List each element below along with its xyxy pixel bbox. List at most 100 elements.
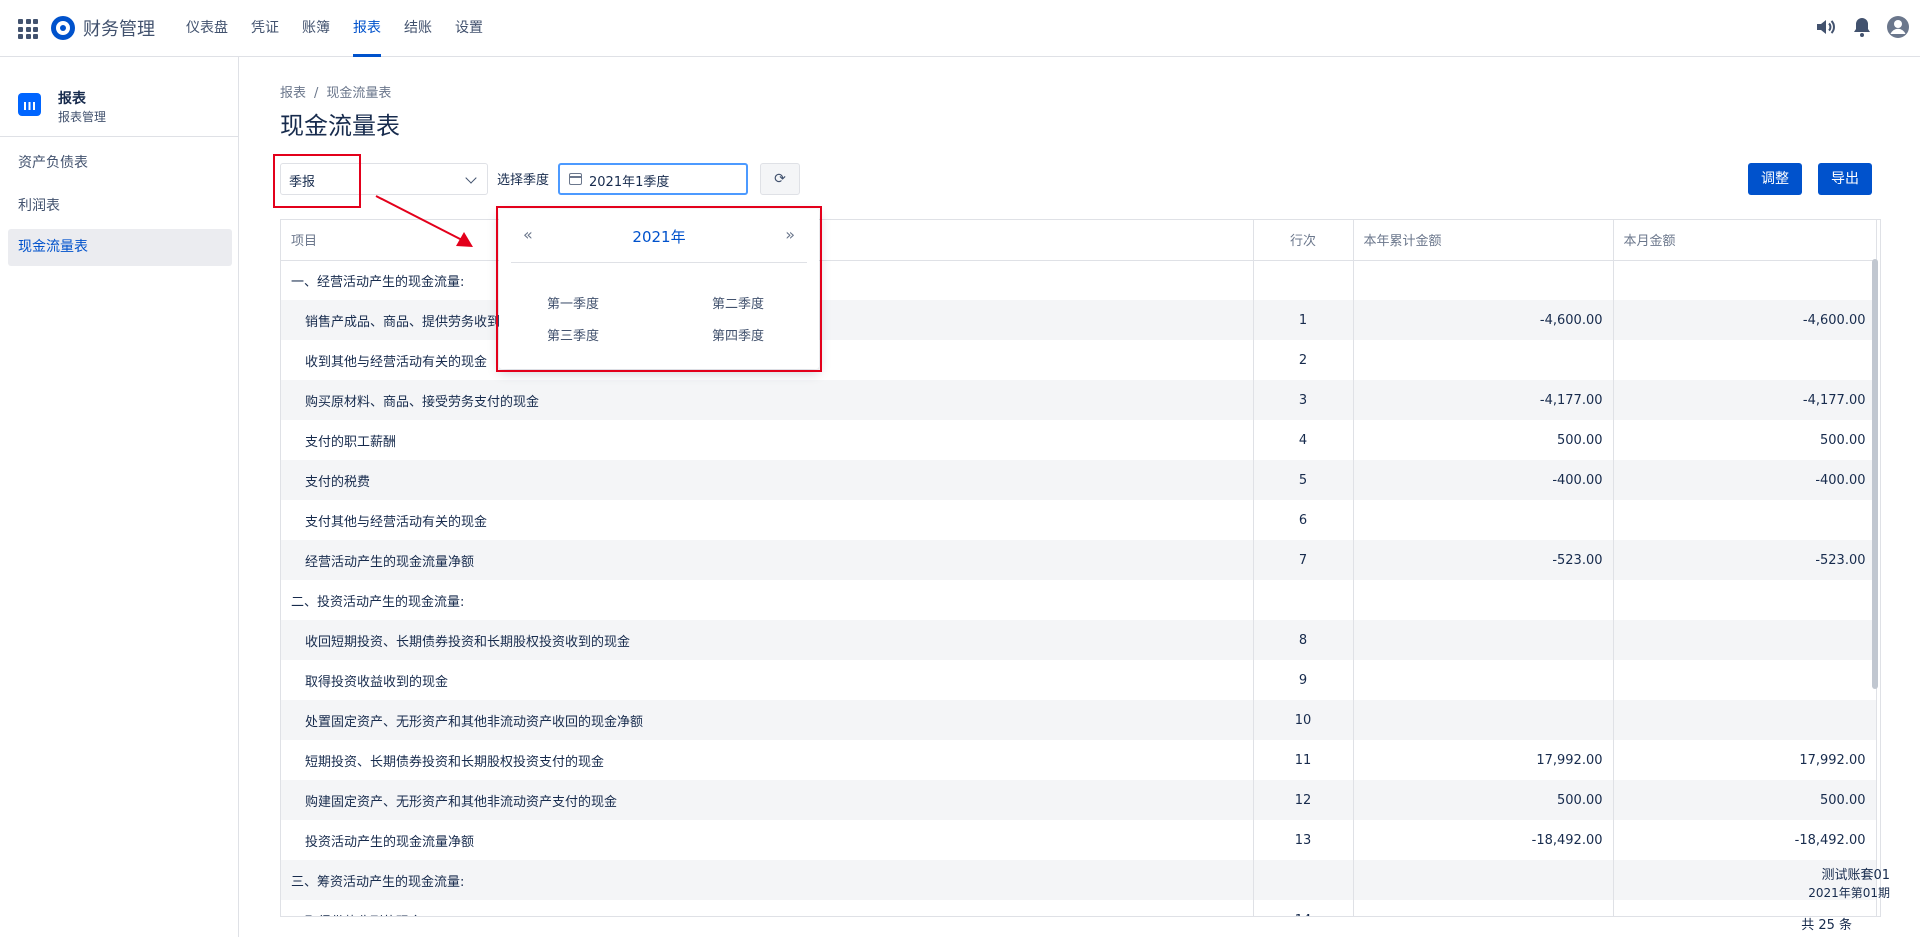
cell-ytd-amount	[1353, 580, 1614, 620]
account-period: 2021年第01期	[1808, 886, 1890, 900]
table-scrollbar[interactable]	[1872, 259, 1878, 689]
cell-month-amount	[1613, 660, 1877, 700]
cell-line-no: 5	[1253, 460, 1354, 500]
cell-line-no: 8	[1253, 620, 1354, 660]
cell-item: 投资活动产生的现金流量净额	[281, 820, 1254, 860]
table-row: 取得投资收益收到的现金 9	[281, 660, 1877, 700]
sidebar: 报表 报表管理 资产负债表 利润表 现金流量表	[0, 57, 239, 937]
cell-month-amount: 500.00	[1613, 780, 1877, 820]
account-name: 测试账套01	[1821, 868, 1890, 883]
cell-line-no: 6	[1253, 500, 1354, 540]
cell-line-no	[1253, 260, 1354, 300]
cell-month-amount	[1613, 700, 1877, 740]
sidebar-item-cash-flow[interactable]: 现金流量表	[8, 229, 232, 266]
cell-ytd-amount	[1353, 260, 1614, 300]
table-row: 支付的职工薪酬 4 500.00 500.00	[281, 420, 1877, 460]
cell-ytd-amount: 500.00	[1353, 420, 1614, 460]
column-header-line-no: 行次	[1253, 220, 1354, 261]
cell-item: 三、筹资活动产生的现金流量:	[281, 860, 1254, 900]
chevron-down-icon	[465, 172, 477, 184]
cell-ytd-amount: -523.00	[1353, 540, 1614, 580]
cell-item: 处置固定资产、无形资产和其他非流动资产收回的现金净额	[281, 700, 1254, 740]
refresh-button[interactable]: ⟳	[760, 163, 800, 195]
cell-month-amount	[1613, 260, 1877, 300]
table-row: 购买原材料、商品、接受劳务支付的现金 3 -4,177.00 -4,177.00	[281, 380, 1877, 420]
cell-line-no: 7	[1253, 540, 1354, 580]
cell-month-amount: -4,177.00	[1613, 380, 1877, 420]
top-bar: 财务管理 仪表盘 凭证 账簿 报表 结账 设置	[0, 0, 1920, 57]
adjust-button[interactable]: 调整	[1748, 163, 1802, 195]
cell-item: 支付的税费	[281, 460, 1254, 500]
cell-month-amount	[1613, 620, 1877, 660]
cell-line-no	[1253, 580, 1354, 620]
cell-ytd-amount: 500.00	[1353, 780, 1614, 820]
cell-item: 短期投资、长期债券投资和长期股权投资支付的现金	[281, 740, 1254, 780]
cell-ytd-amount: -4,177.00	[1353, 380, 1614, 420]
table-row: 购建固定资产、无形资产和其他非流动资产支付的现金 12 500.00 500.00	[281, 780, 1877, 820]
cell-ytd-amount	[1353, 500, 1614, 540]
cell-item: 取得投资收益收到的现金	[281, 660, 1254, 700]
nav-ledgers[interactable]: 账簿	[302, 0, 330, 57]
total-count: 共 25 条	[1801, 918, 1852, 933]
refresh-icon: ⟳	[774, 171, 786, 187]
speaker-icon[interactable]	[1814, 15, 1838, 39]
nav-settings[interactable]: 设置	[455, 0, 483, 57]
user-avatar-icon[interactable]	[1886, 15, 1910, 39]
table-row: 处置固定资产、无形资产和其他非流动资产收回的现金净额 10	[281, 700, 1877, 740]
app-switcher-icon[interactable]	[18, 19, 38, 39]
cell-line-no: 9	[1253, 660, 1354, 700]
cell-ytd-amount	[1353, 900, 1614, 916]
table-row: 短期投资、长期债券投资和长期股权投资支付的现金 11 17,992.00 17,992…	[281, 740, 1877, 780]
quarter-value: 2021年1季度	[589, 175, 670, 190]
cell-item: 二、投资活动产生的现金流量:	[281, 580, 1254, 620]
export-button[interactable]: 导出	[1818, 163, 1872, 195]
quarter-label: 选择季度	[497, 173, 550, 188]
nav-vouchers[interactable]: 凭证	[251, 0, 279, 57]
table-row: 三、筹资活动产生的现金流量:	[281, 860, 1877, 900]
cell-month-amount: -400.00	[1613, 460, 1877, 500]
cell-item: 取得借款收到的现金	[281, 900, 1254, 916]
column-header-ytd-amount: 本年累计金额	[1353, 220, 1614, 261]
column-header-month-amount: 本月金额	[1613, 220, 1877, 261]
cell-line-no: 3	[1253, 380, 1354, 420]
cell-line-no: 4	[1253, 420, 1354, 460]
main-nav: 仪表盘 凭证 账簿 报表 结账 设置	[186, 0, 506, 57]
cell-item: 经营活动产生的现金流量净额	[281, 540, 1254, 580]
cell-ytd-amount: 17,992.00	[1353, 740, 1614, 780]
table-row: 收回短期投资、长期债券投资和长期股权投资收到的现金 8	[281, 620, 1877, 660]
cell-line-no: 11	[1253, 740, 1354, 780]
bell-icon[interactable]	[1850, 15, 1874, 39]
cell-item: 支付其他与经营活动有关的现金	[281, 500, 1254, 540]
nav-closing[interactable]: 结账	[404, 0, 432, 57]
cell-ytd-amount: -18,492.00	[1353, 820, 1614, 860]
cell-item: 支付的职工薪酬	[281, 420, 1254, 460]
calendar-icon	[569, 173, 582, 185]
breadcrumb-root[interactable]: 报表	[280, 86, 306, 101]
cell-month-amount: -4,600.00	[1613, 300, 1877, 340]
page-title: 现金流量表	[280, 112, 400, 140]
sidebar-header: 报表 报表管理	[0, 57, 239, 137]
sidebar-item-income-statement[interactable]: 利润表	[8, 188, 232, 225]
breadcrumb-separator: /	[314, 86, 319, 101]
app-name: 财务管理	[83, 19, 155, 40]
app-logo-icon	[51, 16, 75, 40]
cell-ytd-amount	[1353, 860, 1614, 900]
report-chart-icon	[18, 93, 41, 116]
cell-month-amount: -523.00	[1613, 540, 1877, 580]
breadcrumb-current: 现金流量表	[326, 86, 392, 101]
cell-ytd-amount: -4,600.00	[1353, 300, 1614, 340]
nav-dashboard[interactable]: 仪表盘	[186, 0, 228, 57]
nav-reports[interactable]: 报表	[353, 0, 381, 57]
sidebar-item-balance-sheet[interactable]: 资产负债表	[8, 145, 232, 182]
cell-month-amount	[1613, 340, 1877, 380]
annotation-box-period-type	[273, 154, 361, 208]
table-row: 支付的税费 5 -400.00 -400.00	[281, 460, 1877, 500]
cell-item: 购买原材料、商品、接受劳务支付的现金	[281, 380, 1254, 420]
quarter-picker-input[interactable]: 2021年1季度	[558, 163, 748, 195]
cell-line-no: 14	[1253, 900, 1354, 916]
cell-item: 购建固定资产、无形资产和其他非流动资产支付的现金	[281, 780, 1254, 820]
cell-line-no: 13	[1253, 820, 1354, 860]
table-row: 经营活动产生的现金流量净额 7 -523.00 -523.00	[281, 540, 1877, 580]
cell-ytd-amount	[1353, 620, 1614, 660]
cell-month-amount: 17,992.00	[1613, 740, 1877, 780]
